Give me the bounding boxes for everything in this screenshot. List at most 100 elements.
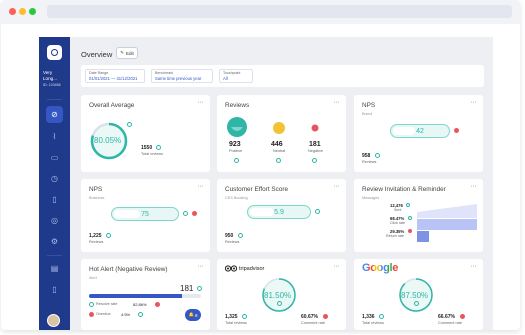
card-title: NPS — [89, 186, 103, 193]
user-avatar[interactable] — [47, 314, 60, 327]
reviews-count: 1,225 — [89, 233, 102, 239]
card-title: Customer Effort Score — [225, 186, 289, 193]
status-ok-icon — [406, 203, 410, 207]
inbox-icon[interactable]: ▭ — [49, 152, 60, 163]
more-options-icon[interactable]: ··· — [471, 263, 477, 270]
more-options-icon[interactable]: ··· — [471, 183, 477, 190]
pill-track — [250, 208, 274, 216]
neutral-bubble — [273, 122, 285, 134]
nps-business-card[interactable]: NPS Business ··· 75 1,225 Reviews — [81, 179, 210, 252]
comment-rate-value: 60.67% — [301, 314, 318, 320]
notification-count: 8 — [195, 312, 198, 318]
google-logo: Google — [362, 262, 398, 274]
overdue-value: 4.5% — [121, 312, 131, 317]
nps-brand-card[interactable]: NPS Brand ··· 42 958 Reviews — [354, 95, 483, 172]
alert-count: 181 — [180, 284, 194, 293]
status-ok-icon — [277, 301, 282, 306]
positive-label: Positive — [229, 149, 243, 153]
negative-bubble — [311, 124, 319, 132]
nps-business-pill: 75 — [111, 207, 179, 221]
overdue-label: Overdue — [96, 312, 111, 316]
status-ok-icon — [183, 211, 188, 216]
sidebar-divider — [47, 99, 62, 100]
hot-alert-card[interactable]: Hot Alert (Negative Review) Alert ··· 18… — [81, 259, 210, 330]
filter-value: 01/01/2021 — 31/12/2021 — [89, 76, 138, 81]
total-reviews-label: Total reviews — [362, 321, 384, 325]
more-options-icon[interactable]: ··· — [198, 263, 204, 270]
card-subtitle: Alert — [89, 276, 97, 280]
reviews-card[interactable]: Reviews ··· 923 Positive 446 Neutral 181… — [217, 95, 346, 172]
reviews-label: Reviews — [225, 240, 240, 244]
owl-icon — [225, 265, 237, 272]
google-wordmark: Google — [362, 262, 399, 274]
google-card[interactable]: Google ··· 87.50% 1,336 Total reviews 66… — [354, 259, 483, 330]
compass-icon[interactable]: ⊘ — [46, 106, 63, 123]
card-title: Hot Alert (Negative Review) — [89, 266, 168, 273]
positive-count: 923 — [229, 141, 241, 148]
status-ok-icon — [375, 153, 380, 158]
reviews-label: Reviews — [89, 240, 104, 244]
status-alert-icon — [454, 128, 459, 133]
pencil-icon: ✎ — [120, 50, 124, 55]
card-title: Review Invitation & Reminder — [362, 186, 446, 193]
target-icon[interactable]: ◎ — [49, 215, 60, 226]
invitation-card[interactable]: Review Invitation & Reminder Messages ··… — [354, 179, 483, 252]
minimize-window-dot[interactable] — [19, 8, 26, 15]
neutral-label: Neutral — [273, 149, 286, 153]
document-icon[interactable]: ▤ — [49, 263, 60, 274]
tripadvisor-card[interactable]: tripadvisor ··· 81.50% 1,325 Total revie… — [217, 259, 346, 330]
close-window-dot[interactable] — [9, 8, 16, 15]
nps-brand-value: 42 — [416, 127, 424, 135]
filter-bar: Date Range 01/01/2021 — 31/12/2021 Bench… — [81, 65, 484, 87]
google-value: 87.50% — [401, 291, 429, 300]
tripadvisor-wordmark: tripadvisor — [239, 265, 265, 272]
touchpoint-filter[interactable]: Touchpoint All — [219, 69, 253, 83]
more-options-icon[interactable]: ··· — [334, 99, 340, 106]
negative-count: 181 — [309, 141, 321, 148]
status-ok-icon — [156, 145, 161, 150]
settings-icon[interactable]: ⚙ — [49, 236, 60, 247]
more-options-icon[interactable]: ··· — [334, 183, 340, 190]
tripadvisor-value: 81.50% — [264, 291, 292, 300]
account-id: ID: 123456 — [43, 83, 61, 87]
status-alert-icon — [155, 302, 160, 307]
total-reviews-count: 1550 — [141, 145, 153, 151]
mobile-icon[interactable]: ▯ — [49, 284, 60, 295]
status-ok-icon — [408, 216, 412, 220]
status-ok-icon — [414, 301, 419, 306]
more-options-icon[interactable]: ··· — [334, 263, 340, 270]
account-name: Very Long... — [43, 70, 58, 81]
edit-button[interactable]: ✎ Edit — [116, 47, 138, 59]
sent-label: Sent — [394, 208, 402, 212]
chart-icon[interactable]: ⌇ — [49, 131, 60, 142]
status-ok-icon — [276, 158, 281, 163]
more-options-icon[interactable]: ··· — [198, 183, 204, 190]
clock-icon[interactable]: ◷ — [49, 173, 60, 184]
date-range-filter[interactable]: Date Range 01/01/2021 — 31/12/2021 — [85, 69, 145, 83]
clipboard-icon[interactable]: ▯ — [49, 194, 60, 205]
comment-rate-label: Comment rate — [438, 321, 463, 325]
ces-pill: 5.9 — [247, 205, 311, 219]
card-title: NPS — [362, 102, 376, 109]
card-title: Reviews — [225, 102, 250, 109]
notification-bell-button[interactable]: 🔔 8 — [185, 309, 201, 321]
alert-progress-bar — [89, 294, 201, 298]
resolve-rate-label: Resolve rate — [96, 302, 118, 306]
benchmark-filter[interactable]: Benchmark Same time previous year — [151, 69, 213, 83]
card-subtitle: CES Booking — [225, 196, 248, 200]
reviews-count: 950 — [225, 233, 234, 239]
account-switcher[interactable]: Very Long... ID: 123456 — [43, 70, 67, 88]
total-reviews-count: 1,325 — [225, 314, 238, 320]
filter-value: Same time previous year — [155, 76, 202, 81]
app-logo-icon[interactable] — [47, 45, 62, 60]
overall-average-card[interactable]: Overall Average ··· 80.05% 1550 Total re… — [81, 95, 210, 172]
comment-rate-value: 66.67% — [438, 314, 455, 320]
card-title: Overall Average — [89, 102, 135, 109]
ces-card[interactable]: Customer Effort Score CES Booking ··· 5.… — [217, 179, 346, 252]
more-options-icon[interactable]: ··· — [198, 99, 204, 106]
comment-rate-label: Comment rate — [301, 321, 326, 325]
browser-titlebar — [1, 0, 520, 24]
maximize-window-dot[interactable] — [29, 8, 36, 15]
address-bar[interactable] — [47, 5, 512, 18]
more-options-icon[interactable]: ··· — [471, 99, 477, 106]
